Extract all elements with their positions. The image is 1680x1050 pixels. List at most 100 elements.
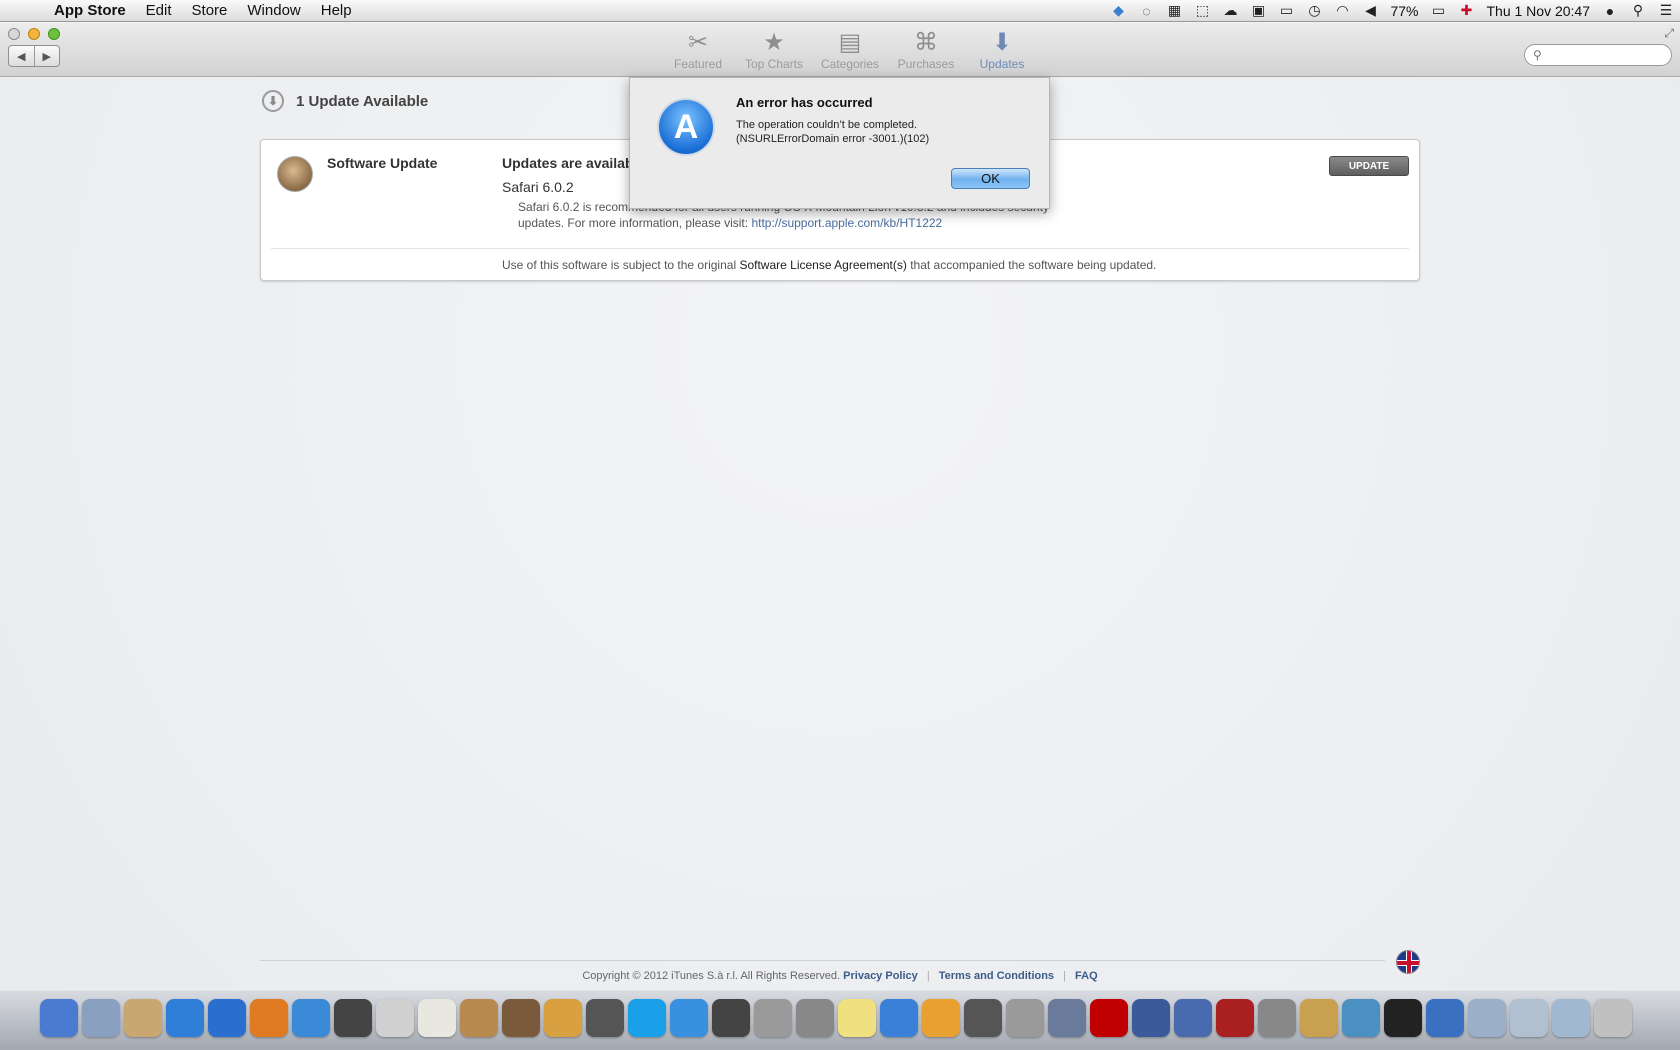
privacy-policy-link[interactable]: Privacy Policy xyxy=(843,970,918,982)
tab-top-charts[interactable]: ★ Top Charts xyxy=(736,27,812,72)
dock-app-icon[interactable] xyxy=(628,999,666,1037)
dock-app-icon[interactable] xyxy=(586,999,624,1037)
license-notice: Use of this software is subject to the o… xyxy=(502,258,1156,272)
categories-icon: ▤ xyxy=(838,28,862,56)
menu-clock[interactable]: Thu 1 Nov 20:47 xyxy=(1480,3,1596,19)
notification-center-icon[interactable]: ☰ xyxy=(1652,0,1680,22)
ok-button[interactable]: OK xyxy=(951,168,1030,189)
dock-app-icon[interactable] xyxy=(922,999,960,1037)
forward-button[interactable]: ▶ xyxy=(35,46,60,66)
dock-app-icon[interactable] xyxy=(1342,999,1380,1037)
update-button[interactable]: UPDATE xyxy=(1329,156,1409,176)
license-agreement-link[interactable]: Software License Agreement(s) xyxy=(739,258,906,272)
dock-app-icon[interactable] xyxy=(82,999,120,1037)
volume-icon[interactable]: ◀ xyxy=(1356,0,1384,22)
dock-app-icon[interactable] xyxy=(1132,999,1170,1037)
card-divider xyxy=(271,248,1409,249)
menu-help[interactable]: Help xyxy=(311,2,362,19)
fullscreen-icon[interactable]: ⤢ xyxy=(1664,26,1674,41)
menu-window[interactable]: Window xyxy=(237,2,310,19)
updates-header: ⬇ 1 Update Available xyxy=(262,90,428,112)
screenshot-status-icon[interactable]: ⬚ xyxy=(1188,0,1216,22)
dock-app-icon[interactable] xyxy=(208,999,246,1037)
dialog-error-code: (NSURLErrorDomain error -3001.)(102) xyxy=(736,133,930,145)
tab-categories[interactable]: ▤ Categories xyxy=(812,27,888,72)
dock-app-icon[interactable] xyxy=(1468,999,1506,1037)
dock-app-icon[interactable] xyxy=(460,999,498,1037)
dock-app-icon[interactable] xyxy=(1510,999,1548,1037)
dock-app-icon[interactable] xyxy=(1384,999,1422,1037)
copyright-text: Copyright © 2012 iTunes S.à r.l. All Rig… xyxy=(582,970,841,982)
calendar-status-icon[interactable]: ▦ xyxy=(1160,0,1188,22)
toolbar-tabs: ✂ Featured ★ Top Charts ▤ Categories ⌘ P… xyxy=(660,27,1040,72)
mountain-lion-icon xyxy=(277,156,313,192)
dock-app-icon[interactable] xyxy=(544,999,582,1037)
dialog-message-line: The operation couldn’t be completed. xyxy=(736,119,918,131)
dock-app-icon[interactable] xyxy=(880,999,918,1037)
dock-app-icon[interactable] xyxy=(1426,999,1464,1037)
dock-app-icon[interactable] xyxy=(502,999,540,1037)
cloud-status-icon[interactable]: ☁ xyxy=(1216,0,1244,22)
minimize-window-button[interactable] xyxy=(28,28,40,40)
dock-app-icon[interactable] xyxy=(1174,999,1212,1037)
dock-app-icon[interactable] xyxy=(40,999,78,1037)
dock-app-icon[interactable] xyxy=(754,999,792,1037)
dock-app-icon[interactable] xyxy=(376,999,414,1037)
dock-app-icon[interactable] xyxy=(418,999,456,1037)
notebook-status-icon[interactable]: ▣ xyxy=(1244,0,1272,22)
star-icon: ★ xyxy=(763,28,785,56)
dock-app-icon[interactable] xyxy=(1300,999,1338,1037)
dropbox-status-icon[interactable]: ◆ xyxy=(1104,0,1132,22)
faq-link[interactable]: FAQ xyxy=(1075,970,1098,982)
dialog-title: An error has occurred xyxy=(736,95,873,110)
dock-app-icon[interactable] xyxy=(166,999,204,1037)
airplay-icon[interactable]: ▭ xyxy=(1272,0,1300,22)
dock-app-icon[interactable] xyxy=(1006,999,1044,1037)
sync-status-icon[interactable]: ◌ xyxy=(1132,0,1160,22)
tab-label: Updates xyxy=(979,57,1025,71)
input-flag-icon[interactable]: ✚ xyxy=(1452,0,1480,22)
wifi-icon[interactable]: ◠ xyxy=(1328,0,1356,22)
dock-app-icon[interactable] xyxy=(124,999,162,1037)
dock-app-icon[interactable] xyxy=(292,999,330,1037)
support-link[interactable]: http://support.apple.com/kb/HT1222 xyxy=(751,216,942,230)
download-icon: ⬇ xyxy=(991,28,1013,56)
tab-purchases[interactable]: ⌘ Purchases xyxy=(888,27,964,72)
dock-app-icon[interactable] xyxy=(838,999,876,1037)
download-circle-icon: ⬇ xyxy=(262,90,284,112)
dock-app-icon[interactable] xyxy=(1552,999,1590,1037)
dock-app-icon[interactable] xyxy=(1048,999,1086,1037)
battery-icon[interactable]: ▭ xyxy=(1424,0,1452,22)
back-button[interactable]: ◀ xyxy=(9,46,35,66)
menu-edit[interactable]: Edit xyxy=(136,2,182,19)
battery-percentage[interactable]: 77% xyxy=(1384,3,1424,19)
dock-app-icon[interactable] xyxy=(796,999,834,1037)
footer: Copyright © 2012 iTunes S.à r.l. All Rig… xyxy=(0,970,1680,982)
menu-store[interactable]: Store xyxy=(182,2,238,19)
tab-updates[interactable]: ⬇ Updates xyxy=(964,27,1040,72)
dock-app-icon[interactable] xyxy=(670,999,708,1037)
user-icon[interactable]: ● xyxy=(1596,0,1624,22)
dock-app-icon[interactable] xyxy=(712,999,750,1037)
tab-featured[interactable]: ✂ Featured xyxy=(660,27,736,72)
dock-app-icon[interactable] xyxy=(964,999,1002,1037)
dock-app-icon[interactable] xyxy=(1594,999,1632,1037)
dock-app-icon[interactable] xyxy=(250,999,288,1037)
dock-items xyxy=(40,999,1632,1037)
time-machine-icon[interactable]: ◷ xyxy=(1300,0,1328,22)
dock-app-icon[interactable] xyxy=(1258,999,1296,1037)
menu-app-store[interactable]: App Store xyxy=(44,2,136,19)
zoom-window-button[interactable] xyxy=(48,28,60,40)
updates-page: ⬇ 1 Update Available Software Update Upd… xyxy=(0,78,1680,990)
tab-label: Categories xyxy=(820,57,880,71)
dock-app-icon[interactable] xyxy=(1216,999,1254,1037)
terms-link[interactable]: Terms and Conditions xyxy=(939,970,1054,982)
license-suffix: that accompanied the software being upda… xyxy=(906,258,1157,272)
spotlight-icon[interactable]: ⚲ xyxy=(1624,0,1652,22)
dock-app-icon[interactable] xyxy=(334,999,372,1037)
update-app-name: Software Update xyxy=(327,155,438,171)
dock-app-icon[interactable] xyxy=(1090,999,1128,1037)
search-input[interactable]: ⚲ xyxy=(1524,44,1672,66)
tag-icon: ⌘ xyxy=(914,28,938,56)
close-window-button[interactable] xyxy=(8,28,20,40)
